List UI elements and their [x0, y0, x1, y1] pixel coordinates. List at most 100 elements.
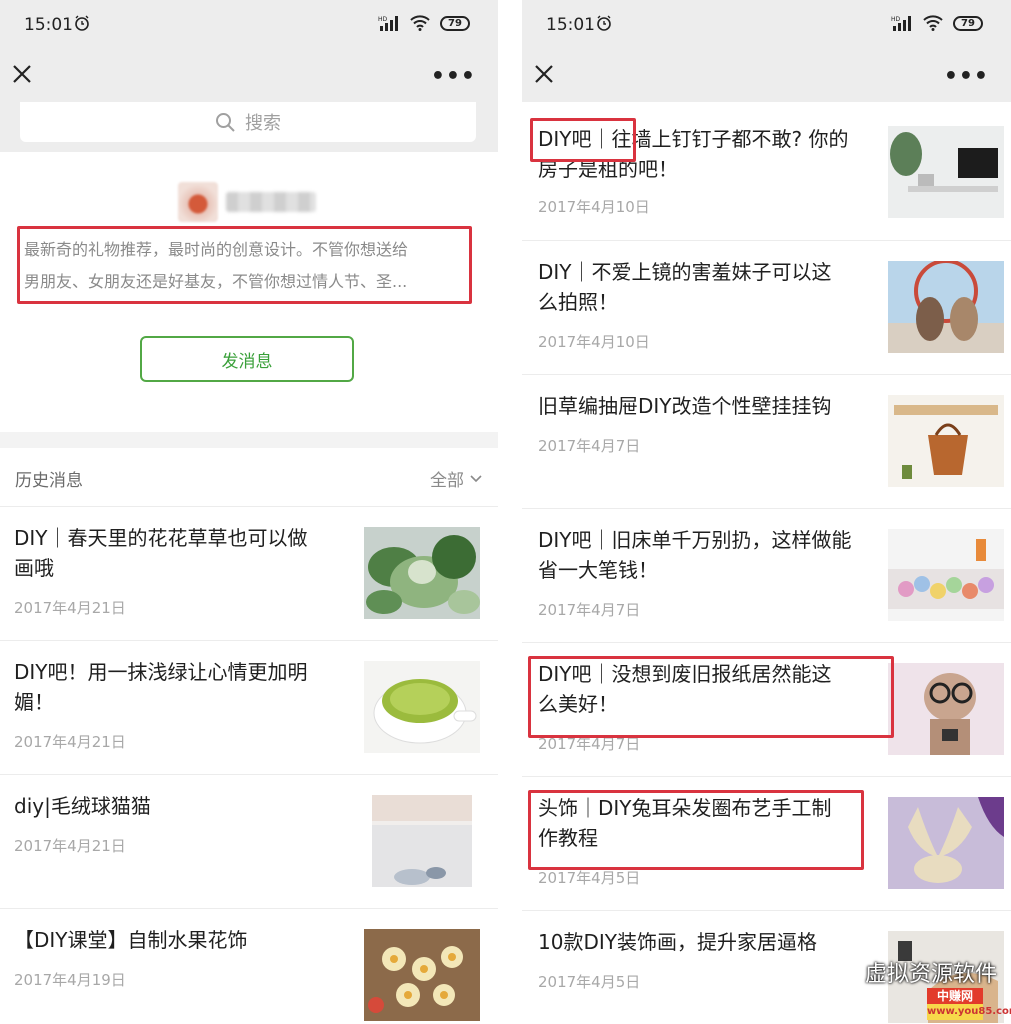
article-title: 旧草编抽屉DIY改造个性壁挂挂钩	[538, 391, 878, 421]
article-thumbnail-newspaper-doll	[888, 663, 1004, 755]
close-icon[interactable]	[10, 62, 34, 86]
article-item[interactable]: DIY｜春天里的花花草草也可以做 画哦 2017年4月21日	[0, 506, 498, 640]
article-item[interactable]: DIY｜不爱上镜的害羞妹子可以这 么拍照！ 2017年4月10日	[522, 240, 1011, 374]
article-thumbnail-fabric-runner	[888, 529, 1004, 621]
section-divider	[0, 432, 498, 448]
article-date: 2017年4月10日	[538, 333, 650, 351]
article-title-line: 房子是租的吧！	[538, 157, 678, 181]
screen-gap	[498, 0, 522, 1024]
article-title-line: 旧草编抽屉DIY改造个性壁挂挂钩	[538, 394, 832, 418]
watermark: 虚拟资源软件	[821, 956, 997, 988]
search-area: 搜索	[0, 102, 498, 152]
search-icon	[216, 113, 235, 132]
article-title-line: 10款DIY装饰画，提升家居逼格	[538, 930, 817, 954]
article-date: 2017年4月5日	[538, 869, 641, 887]
article-title-line: DIY吧｜旧床单千万别扔，这样做能	[538, 528, 852, 552]
status-time: 15:01	[24, 15, 73, 35]
history-title: 历史消息	[15, 471, 83, 491]
article-title-line: DIY吧｜往墙上钉钉子都不敢? 你的	[538, 127, 849, 151]
article-item[interactable]: 【DIY课堂】自制水果花饰 2017年4月19日	[0, 908, 498, 1024]
wechat-icon	[821, 959, 856, 984]
article-item[interactable]: DIY吧！用一抹浅绿让心情更加明 媚！ 2017年4月21日	[0, 640, 498, 774]
article-thumbnail-wall-hooks	[888, 395, 1004, 487]
chevron-down-icon	[470, 474, 482, 482]
article-date: 2017年4月10日	[538, 198, 650, 216]
article-title-line: 么美好！	[538, 692, 618, 716]
article-item[interactable]: DIY吧｜往墙上钉钉子都不敢? 你的 房子是租的吧！ 2017年4月10日	[522, 106, 1011, 240]
article-title-line: diy|毛绒球猫猫	[14, 794, 151, 818]
article-title: 【DIY课堂】自制水果花饰	[14, 925, 344, 955]
article-title-line: DIY吧！用一抹浅绿让心情更加明	[14, 660, 308, 684]
wifi-icon	[923, 15, 943, 31]
status-bar: 15:01 HD 79	[0, 0, 498, 50]
article-thumbnail-ferris-wheel	[888, 261, 1004, 353]
article-thumbnail-workspace	[888, 126, 1004, 218]
site-logo-bottom: www.you85.com	[927, 1004, 1011, 1020]
close-icon[interactable]	[532, 62, 556, 86]
more-options-icon[interactable]: •••	[944, 64, 989, 89]
article-title: diy|毛绒球猫猫	[14, 791, 344, 821]
status-bar: 15:01 HD 79	[522, 0, 1011, 50]
article-item[interactable]: DIY吧｜没想到废旧报纸居然能这 么美好！ 2017年4月7日	[522, 642, 1011, 776]
article-title-line: 媚！	[14, 690, 54, 714]
article-title: DIY吧｜往墙上钉钉子都不敢? 你的 房子是租的吧！	[538, 124, 878, 184]
article-date: 2017年4月7日	[538, 437, 641, 455]
article-title: DIY吧｜没想到废旧报纸居然能这 么美好！	[538, 659, 878, 719]
article-title-line: 省一大笔钱！	[538, 558, 658, 582]
article-thumbnail-plants	[364, 527, 480, 619]
article-title-line: 头饰｜DIY兔耳朵发圈布艺手工制	[538, 796, 832, 820]
signal-icon: HD	[378, 16, 398, 31]
article-date: 2017年4月7日	[538, 601, 641, 619]
article-date: 2017年4月5日	[538, 973, 641, 991]
right-phone-screen: 15:01 HD 79 ••• DIY吧｜往墙上钉钉子都不敢? 你的 房子是租的…	[522, 0, 1011, 1024]
search-input[interactable]: 搜索	[20, 102, 476, 142]
article-title-line: DIY吧｜没想到废旧报纸居然能这	[538, 662, 832, 686]
nav-bar: •••	[522, 50, 1011, 102]
svg-text:HD: HD	[378, 16, 388, 23]
article-title: 10款DIY装饰画，提升家居逼格	[538, 927, 878, 957]
description-line-1: 最新奇的礼物推荐，最时尚的创意设计。不管你想送给	[24, 240, 409, 259]
alarm-icon	[597, 15, 611, 31]
article-thumbnail-pompom-cat	[372, 795, 472, 887]
article-title: DIY吧｜旧床单千万别扔，这样做能 省一大笔钱！	[538, 525, 878, 585]
filter-label: 全部	[430, 471, 464, 491]
svg-text:HD: HD	[891, 16, 901, 23]
site-logo: 中赚网 www.you85.com	[927, 988, 1011, 1020]
history-filter[interactable]: 全部	[430, 466, 482, 491]
article-title-line: 画哦	[14, 556, 54, 580]
battery-indicator: 79	[953, 15, 983, 31]
article-item[interactable]: DIY吧｜旧床单千万别扔，这样做能 省一大笔钱！ 2017年4月7日	[522, 508, 1011, 642]
alarm-icon	[75, 15, 89, 31]
history-header: 历史消息 全部	[0, 448, 498, 506]
account-description: 最新奇的礼物推荐，最时尚的创意设计。不管你想送给 男朋友、女朋友还是好基友，不管…	[18, 226, 470, 304]
article-item[interactable]: 旧草编抽屉DIY改造个性壁挂挂钩 2017年4月7日	[522, 374, 1011, 508]
description-line-2: 男朋友、女朋友还是好基友，不管你想过情人节、圣...	[24, 272, 408, 291]
article-item[interactable]: 头饰｜DIY兔耳朵发圈布艺手工制 作教程 2017年4月5日	[522, 776, 1011, 910]
account-name-blurred	[226, 192, 316, 212]
left-phone-screen: 15:01 HD 79 ••• 搜索 最新奇的礼物推荐，最时尚的创意设计。不管你…	[0, 0, 498, 1024]
article-item[interactable]: diy|毛绒球猫猫 2017年4月21日	[0, 774, 498, 908]
avatar	[178, 182, 218, 222]
article-date: 2017年4月21日	[14, 733, 126, 751]
more-options-icon[interactable]: •••	[431, 64, 476, 89]
article-thumbnail-green-bowl	[364, 661, 480, 753]
article-title: 头饰｜DIY兔耳朵发圈布艺手工制 作教程	[538, 793, 878, 853]
status-icons: HD 79	[891, 15, 983, 31]
article-title-line: 【DIY课堂】自制水果花饰	[14, 928, 248, 952]
search-placeholder: 搜索	[245, 113, 281, 134]
article-title-line: 作教程	[538, 826, 598, 850]
watermark-text: 虚拟资源软件	[864, 962, 997, 987]
nav-bar: •••	[0, 50, 498, 102]
article-date: 2017年4月21日	[14, 837, 126, 855]
article-thumbnail-bunny-scrunchie	[888, 797, 1004, 889]
status-time: 15:01	[546, 15, 595, 35]
article-title-line: 么拍照！	[538, 290, 618, 314]
article-title-line: DIY｜春天里的花花草草也可以做	[14, 526, 308, 550]
article-title-line: DIY｜不爱上镜的害羞妹子可以这	[538, 260, 832, 284]
article-date: 2017年4月7日	[538, 735, 641, 753]
article-title: DIY吧！用一抹浅绿让心情更加明 媚！	[14, 657, 344, 717]
article-thumbnail-fruit-flowers	[364, 929, 480, 1021]
send-message-button[interactable]: 发消息	[140, 336, 354, 382]
article-title: DIY｜不爱上镜的害羞妹子可以这 么拍照！	[538, 257, 878, 317]
site-logo-top: 中赚网	[927, 988, 983, 1004]
